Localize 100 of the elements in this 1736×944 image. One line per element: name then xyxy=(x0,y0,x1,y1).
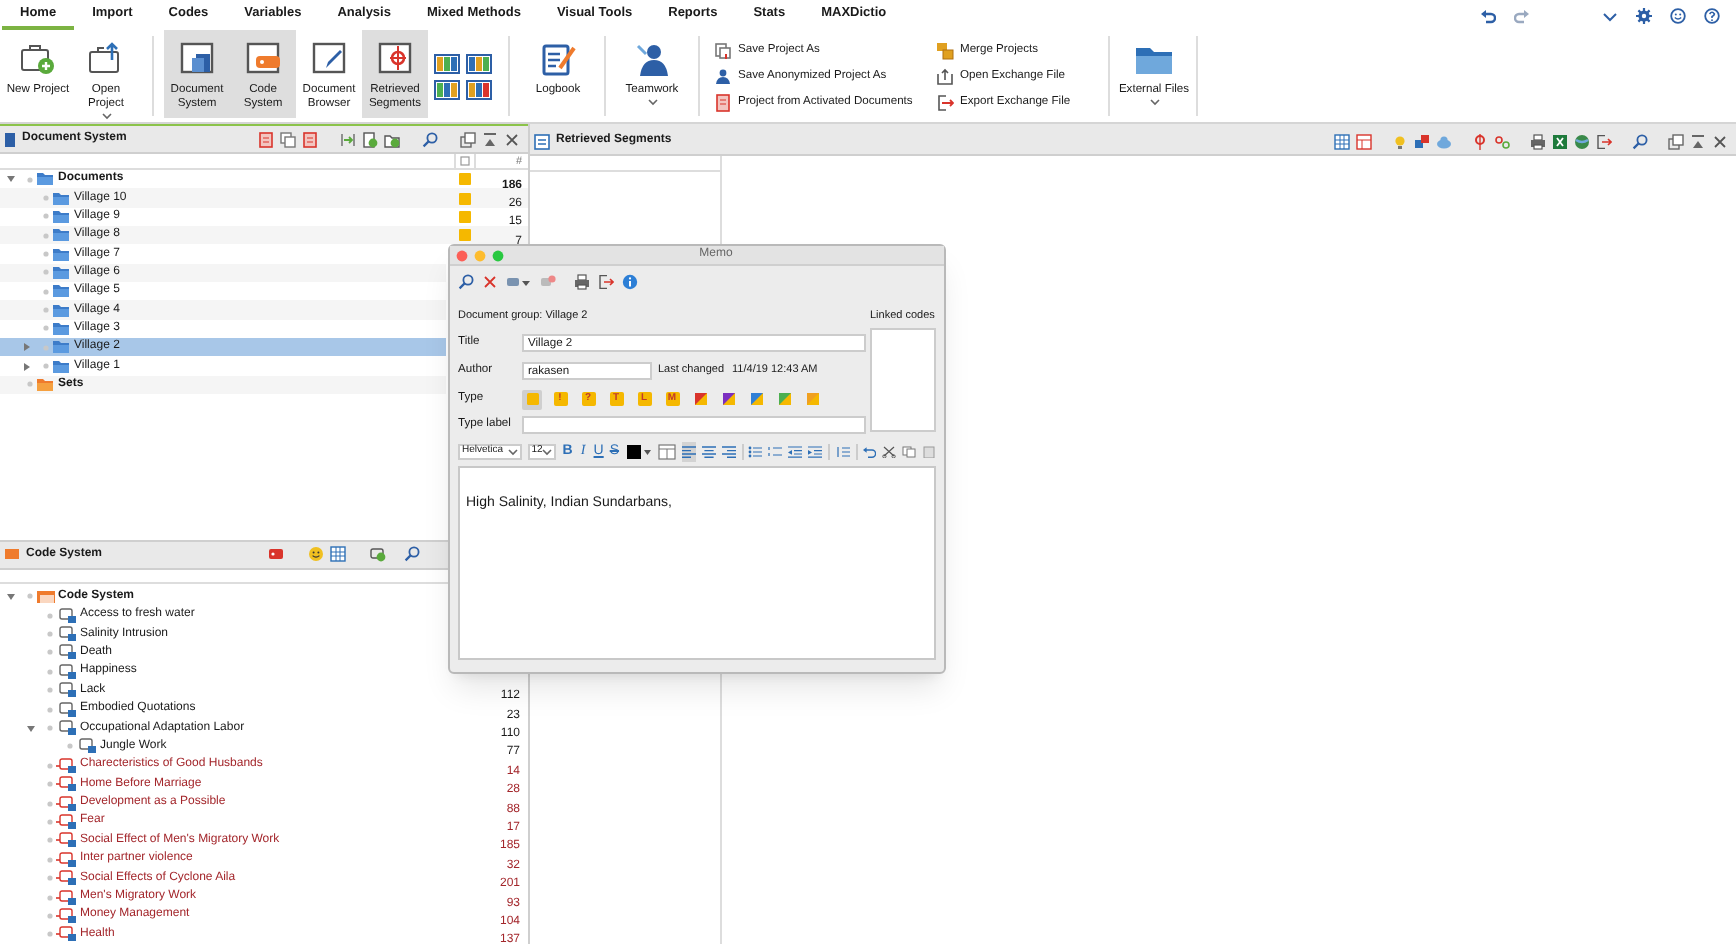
segments-icon xyxy=(534,133,550,149)
align-icon xyxy=(701,445,716,457)
help-icon[interactable] xyxy=(1704,7,1720,23)
redo-icon[interactable] xyxy=(1514,7,1530,23)
windows-icon[interactable] xyxy=(1668,133,1684,149)
code-tag-icon xyxy=(56,926,78,943)
squares-icon[interactable] xyxy=(1414,133,1430,149)
bullet-icon xyxy=(42,324,50,333)
code-tag-icon xyxy=(56,795,78,812)
search-icon[interactable] xyxy=(1632,133,1648,149)
type-label-field[interactable] xyxy=(522,416,866,434)
color-picker-icon[interactable] xyxy=(625,443,652,459)
search-icon[interactable] xyxy=(404,546,420,563)
outdent-icon[interactable] xyxy=(788,445,803,457)
align-button[interactable] xyxy=(721,441,736,461)
layout-grid-icon[interactable] xyxy=(466,53,492,73)
settings-icon[interactable] xyxy=(1636,7,1652,23)
table-icon[interactable] xyxy=(1334,133,1350,149)
calendar-icon[interactable] xyxy=(1356,133,1372,149)
caret-icon xyxy=(542,447,553,455)
checkbox-icon[interactable] xyxy=(460,156,470,166)
bullet-icon xyxy=(26,380,34,389)
indent-icon[interactable] xyxy=(808,445,823,457)
collapse-icon[interactable] xyxy=(482,131,498,147)
search-icon[interactable] xyxy=(422,131,438,147)
code-tag-icon xyxy=(56,682,78,699)
layout-grid-icon[interactable] xyxy=(434,53,460,73)
close-icon[interactable] xyxy=(482,274,498,290)
globe-icon[interactable] xyxy=(1574,133,1590,149)
folder-icon xyxy=(52,265,70,280)
bullet-icon xyxy=(42,362,50,371)
spreadsheet-icon[interactable] xyxy=(1552,133,1568,149)
layout-grid-icon[interactable] xyxy=(466,79,492,99)
close-window-icon[interactable] xyxy=(456,249,468,261)
collapse-arrow-icon[interactable] xyxy=(22,361,32,372)
expand-arrow-icon[interactable] xyxy=(6,591,16,602)
code-tag-icon xyxy=(56,870,78,887)
numbered-list-icon[interactable] xyxy=(768,445,783,457)
expand-arrow-icon[interactable] xyxy=(6,174,16,185)
exit-icon[interactable] xyxy=(1596,133,1612,149)
line-spacing-icon[interactable] xyxy=(835,445,850,457)
table-icon[interactable] xyxy=(330,546,346,563)
windows-icon[interactable] xyxy=(460,131,476,147)
bullet-icon xyxy=(46,724,54,732)
code-tag-icon xyxy=(56,607,78,624)
folder-icon xyxy=(52,303,70,318)
person-icon xyxy=(632,40,672,78)
info-icon[interactable] xyxy=(622,274,638,290)
tag-icon[interactable] xyxy=(268,546,284,563)
bullet-icon xyxy=(42,212,50,221)
table-insert-icon[interactable] xyxy=(657,443,676,459)
align-button[interactable] xyxy=(701,441,716,461)
search-icon[interactable] xyxy=(458,274,474,290)
briefcase-plus-icon xyxy=(18,40,58,78)
folder-plus-icon[interactable] xyxy=(384,131,400,147)
bullet-icon xyxy=(42,343,50,352)
window-document-icon xyxy=(177,40,217,78)
printer-icon[interactable] xyxy=(574,274,590,290)
code-tag-icon xyxy=(56,757,78,774)
tag-menu-icon[interactable] xyxy=(506,274,532,290)
pin-icon[interactable] xyxy=(1472,133,1488,149)
bullet-icon xyxy=(42,306,50,315)
folder-icon xyxy=(36,377,54,392)
close-icon[interactable] xyxy=(504,131,520,147)
expand-arrow-icon[interactable] xyxy=(26,723,36,733)
folder-icon xyxy=(52,340,70,355)
document-plus-icon[interactable] xyxy=(362,131,378,147)
document-icon[interactable] xyxy=(302,131,318,147)
undo-icon[interactable] xyxy=(862,445,877,457)
undo-icon[interactable] xyxy=(1480,7,1496,23)
chevron-icon[interactable] xyxy=(1602,7,1618,23)
exit-icon[interactable] xyxy=(598,274,614,290)
code-system-icon xyxy=(36,589,56,604)
notepad-pencil-icon xyxy=(538,40,578,78)
import-icon[interactable] xyxy=(340,131,356,147)
smiley-icon[interactable] xyxy=(308,546,324,563)
bullet-list-icon[interactable] xyxy=(748,445,763,457)
bullet-icon xyxy=(26,175,34,184)
close-icon[interactable] xyxy=(1712,133,1728,149)
code-tag-icon xyxy=(56,663,78,680)
documents-icon[interactable] xyxy=(280,131,296,147)
smiley-icon[interactable] xyxy=(1670,7,1686,23)
tag-plus-icon[interactable] xyxy=(370,546,386,563)
collapse-icon[interactable] xyxy=(1690,133,1706,149)
collapse-arrow-icon[interactable] xyxy=(22,342,32,353)
bulb-icon[interactable] xyxy=(1392,133,1408,149)
caret-icon xyxy=(507,447,518,455)
document-icon[interactable] xyxy=(258,131,274,147)
code-tag-icon xyxy=(56,701,78,718)
align-button[interactable] xyxy=(681,441,696,461)
printer-icon[interactable] xyxy=(1530,133,1546,149)
code-tag-icon xyxy=(76,738,98,755)
pin-icon[interactable] xyxy=(1494,133,1510,149)
folder-icon xyxy=(52,284,70,299)
layout-grid-icon[interactable] xyxy=(434,79,460,99)
bullet-icon xyxy=(26,592,34,601)
scissors-icon[interactable] xyxy=(882,445,897,457)
copy-icon[interactable] xyxy=(902,445,917,457)
bullet-icon xyxy=(42,231,50,240)
code-tag-icon xyxy=(56,851,78,868)
